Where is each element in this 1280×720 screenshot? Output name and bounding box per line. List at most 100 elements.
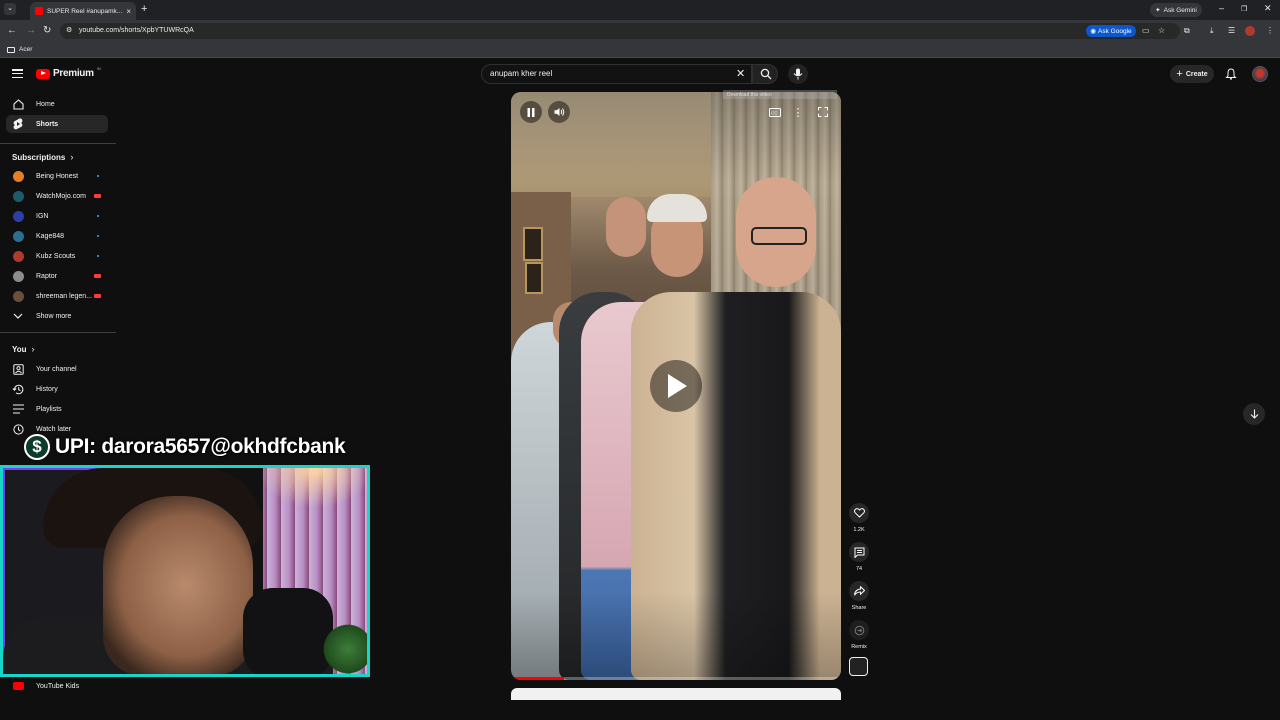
- remix-action[interactable]: Remix: [846, 620, 872, 650]
- more-options-icon[interactable]: ⋮: [787, 101, 809, 123]
- subscription-item[interactable]: IGN: [6, 207, 108, 225]
- chevron-right-icon: ›: [70, 152, 74, 162]
- bookmarks-bar: Acer: [0, 42, 1280, 58]
- video-progress-bar[interactable]: [511, 677, 841, 680]
- channel-icon: [12, 363, 24, 375]
- share-button[interactable]: [849, 581, 869, 601]
- svg-text:CC: CC: [771, 110, 778, 115]
- sidebar-item-playlists[interactable]: Playlists: [6, 400, 108, 418]
- subscription-label: Raptor: [36, 272, 58, 280]
- forward-icon[interactable]: →: [26, 25, 36, 36]
- webcam-plant: [323, 618, 367, 674]
- cast-icon[interactable]: ▭: [1142, 26, 1150, 35]
- share-label: Share: [851, 605, 867, 611]
- volume-button[interactable]: [548, 101, 570, 123]
- subscription-item[interactable]: Raptor: [6, 267, 108, 285]
- search-button[interactable]: [752, 64, 778, 84]
- you-heading[interactable]: You ›: [12, 344, 35, 354]
- subscription-item[interactable]: Being Honest: [6, 167, 108, 185]
- browser-tab-bar: [0, 0, 1280, 20]
- next-short-preview[interactable]: [511, 688, 841, 700]
- guide-menu-icon[interactable]: [12, 69, 23, 78]
- sidebar-item-youtube-kids[interactable]: YouTube Kids: [6, 677, 108, 695]
- clear-search-icon[interactable]: ✕: [736, 67, 745, 80]
- share-action[interactable]: Share: [846, 581, 872, 611]
- restore-icon[interactable]: ❐: [1241, 5, 1247, 13]
- search-input[interactable]: anupam kher reel: [481, 64, 752, 84]
- fullscreen-button[interactable]: [812, 101, 834, 123]
- live-badge-icon: [94, 274, 101, 278]
- webcam-person-face: [103, 496, 253, 674]
- bookmark-label: Acer: [19, 46, 33, 53]
- ask-gemini-button[interactable]: ✦ Ask Gemini: [1150, 3, 1202, 17]
- extensions-icon[interactable]: ⧉: [1184, 26, 1190, 36]
- like-action[interactable]: 1.2K: [846, 503, 872, 533]
- play-button[interactable]: [650, 360, 702, 412]
- subscription-label: IGN: [36, 212, 49, 220]
- history-icon: [12, 383, 24, 395]
- video-progress-fill: [511, 677, 564, 680]
- browser-menu-icon[interactable]: ⋮: [1266, 26, 1274, 35]
- comments-action[interactable]: 74: [846, 542, 872, 572]
- youtube-kids-icon: [12, 680, 24, 692]
- sidebar-item-label: Home: [36, 100, 55, 108]
- pause-button[interactable]: [520, 101, 542, 123]
- live-badge-icon: [94, 294, 101, 298]
- youtube-logo[interactable]: Premium IN: [36, 66, 101, 79]
- sidebar-item-label: Watch later: [36, 425, 72, 433]
- sidebar-item-history[interactable]: History: [6, 380, 108, 398]
- country-code: IN: [96, 66, 101, 71]
- like-button[interactable]: [849, 503, 869, 523]
- account-avatar[interactable]: [1252, 66, 1268, 82]
- next-short-button[interactable]: [1243, 403, 1265, 425]
- remix-button[interactable]: [849, 620, 869, 640]
- show-more-button[interactable]: Show more: [6, 307, 108, 325]
- close-window-icon[interactable]: ✕: [1264, 3, 1272, 14]
- create-button[interactable]: + Create: [1170, 65, 1214, 83]
- volume-icon: [554, 108, 564, 116]
- reading-list-icon[interactable]: ☰: [1228, 26, 1235, 35]
- sidebar-item-your-channel[interactable]: Your channel: [6, 360, 108, 378]
- channel-avatar-image: [12, 290, 24, 302]
- dollar-coin-icon: $: [24, 434, 50, 460]
- new-tab-icon[interactable]: +: [141, 3, 147, 15]
- download-overlay[interactable]: Download this video: [723, 90, 837, 99]
- channel-avatar-image: [12, 250, 24, 262]
- notifications-bell-icon[interactable]: [1225, 68, 1237, 80]
- sidebar-item-shorts[interactable]: Shorts: [6, 115, 108, 133]
- subscription-item[interactable]: Kage848: [6, 227, 108, 245]
- voice-search-button[interactable]: [788, 64, 808, 84]
- bookmark-acer[interactable]: Acer: [7, 46, 32, 53]
- comments-button[interactable]: [849, 542, 869, 562]
- sound-remix-thumbnail[interactable]: [849, 657, 868, 676]
- browser-tab-active[interactable]: SUPER Reel #anupamk... ×: [30, 2, 136, 20]
- channel-avatar-image: [12, 270, 24, 282]
- subscriptions-heading[interactable]: Subscriptions ›: [12, 152, 73, 162]
- short-video-player[interactable]: CC ⋮: [511, 92, 841, 680]
- subscription-item[interactable]: Kubz Scouts: [6, 247, 108, 265]
- close-tab-icon[interactable]: ×: [126, 7, 131, 16]
- new-content-dot: [97, 235, 99, 237]
- like-count: 1.2K: [853, 527, 865, 533]
- channel-avatar-image: [12, 170, 24, 182]
- webcam-microphone: [243, 588, 333, 674]
- sidebar-item-home[interactable]: Home: [6, 95, 108, 113]
- subscription-item[interactable]: WatchMojo.com: [6, 187, 108, 205]
- minimize-icon[interactable]: –: [1219, 3, 1224, 13]
- chevron-down-icon: [12, 310, 24, 322]
- downloads-icon[interactable]: ⤓: [1210, 26, 1214, 36]
- reload-icon[interactable]: ↻: [43, 25, 51, 36]
- address-bar[interactable]: ⚙ youtube.com/shorts/XpbYTUWRcQA: [60, 23, 1180, 39]
- back-icon[interactable]: ←: [7, 25, 17, 36]
- subscription-label: Kage848: [36, 232, 65, 240]
- profile-avatar[interactable]: [1245, 26, 1255, 36]
- upi-text: UPI: darora5657@okhdfcbank: [55, 435, 346, 458]
- youtube-favicon-icon: [35, 7, 43, 15]
- subscription-item[interactable]: shreeman legen...: [6, 287, 108, 305]
- captions-button[interactable]: CC: [764, 101, 786, 123]
- tab-title: SUPER Reel #anupamk...: [47, 7, 123, 15]
- bookmark-star-icon[interactable]: ☆: [1158, 26, 1165, 35]
- tab-search-chevron-icon[interactable]: ⌄: [4, 3, 16, 15]
- site-info-icon[interactable]: ⚙: [66, 23, 72, 39]
- ask-google-button[interactable]: ◉ Ask Google: [1086, 25, 1136, 37]
